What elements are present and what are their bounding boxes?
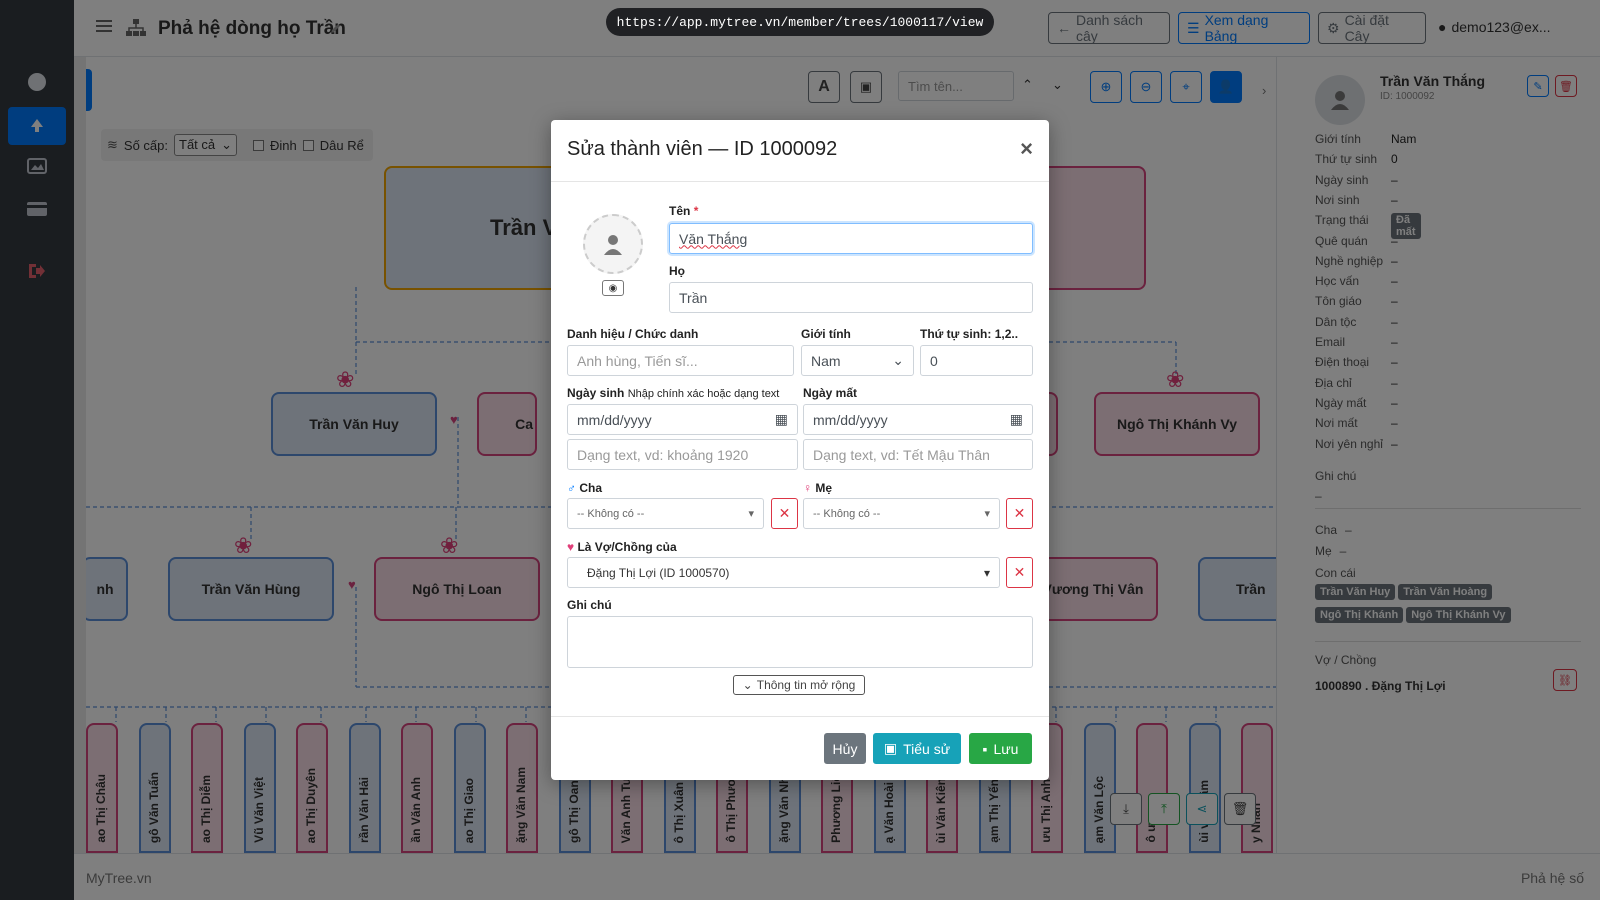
save-icon: ▪ [982,740,988,757]
gender-label: Giới tính [801,327,851,341]
first-name-input[interactable]: Văn Thắng [669,223,1033,254]
spouse-label: ♥ Là Vợ/Chồng của [567,540,677,554]
birth-order-label: Thứ tự sinh: 1,2.. [920,327,1019,341]
dod-date-input[interactable]: mm/dd/yyyy ▦ [803,404,1033,435]
clear-mother-button[interactable]: ✕ [1006,498,1033,529]
cancel-button[interactable]: Hủy [824,733,866,764]
caret-down-icon: ▾ [983,565,990,580]
calendar-icon[interactable]: ▦ [775,411,788,428]
book-icon: ▣ [883,740,898,756]
father-select[interactable]: -- Không có -- ▾ [567,498,764,529]
edit-member-modal: Sửa thành viên — ID 1000092 × ◉ Tên * Vă… [551,120,1049,780]
clear-spouse-button[interactable]: ✕ [1006,557,1033,588]
biography-button[interactable]: ▣ Tiểu sử [873,733,961,764]
modal-footer-divider [551,716,1049,717]
save-button[interactable]: ▪ Lưu [969,733,1032,764]
title-input[interactable]: Anh hùng, Tiến sĩ... [567,345,794,376]
mother-select[interactable]: -- Không có -- ▾ [803,498,1000,529]
spouse-select[interactable]: Đặng Thị Lợi (ID 1000570) ▾ [567,557,1000,588]
note-label: Ghi chú [567,598,612,612]
heart-icon: ♥ [567,540,575,554]
dod-text-input[interactable]: Dạng text, vd: Tết Mậu Thân [803,439,1033,470]
first-name-label: Tên * [669,204,699,218]
gender-select[interactable]: Nam ⌄ [801,345,914,376]
dob-date-input[interactable]: mm/dd/yyyy ▦ [567,404,798,435]
modal-title: Sửa thành viên — ID 1000092 [567,138,838,160]
last-name-input[interactable]: Trần [669,282,1033,313]
avatar[interactable] [583,214,643,274]
dod-label: Ngày mất [803,386,858,400]
camera-icon[interactable]: ◉ [602,280,624,296]
note-textarea[interactable] [567,616,1033,668]
mother-label: ♀ Mẹ [803,481,833,495]
female-icon: ♀ [803,481,812,495]
title-label: Danh hiệu / Chức danh [567,327,699,341]
app-root: Phả hệ dòng họ Trần ←Danh sách cây ☰Xem … [0,0,1600,900]
birth-order-input[interactable]: 0 [920,345,1033,376]
clear-father-button[interactable]: ✕ [771,498,798,529]
modal-header: Sửa thành viên — ID 1000092 × [551,120,1049,182]
last-name-label: Họ [669,264,685,278]
close-icon[interactable]: × [1020,136,1033,162]
caret-down-icon: ▾ [748,508,754,520]
father-label: ♂ Cha [567,481,603,495]
url-bar: https://app.mytree.vn/member/trees/10001… [606,8,994,36]
caret-down-icon: ▾ [984,508,990,520]
expand-info-button[interactable]: ⌄ Thông tin mở rộng [733,675,865,695]
chevron-down-icon: ⌄ [742,678,753,692]
male-icon: ♂ [567,481,576,495]
chevron-down-icon: ⌄ [892,352,904,368]
dob-text-input[interactable]: Dạng text, vd: khoảng 1920 [567,439,798,470]
dob-label: Ngày sinh Nhập chính xác hoặc dạng text [567,386,780,400]
calendar-icon[interactable]: ▦ [1010,411,1023,428]
